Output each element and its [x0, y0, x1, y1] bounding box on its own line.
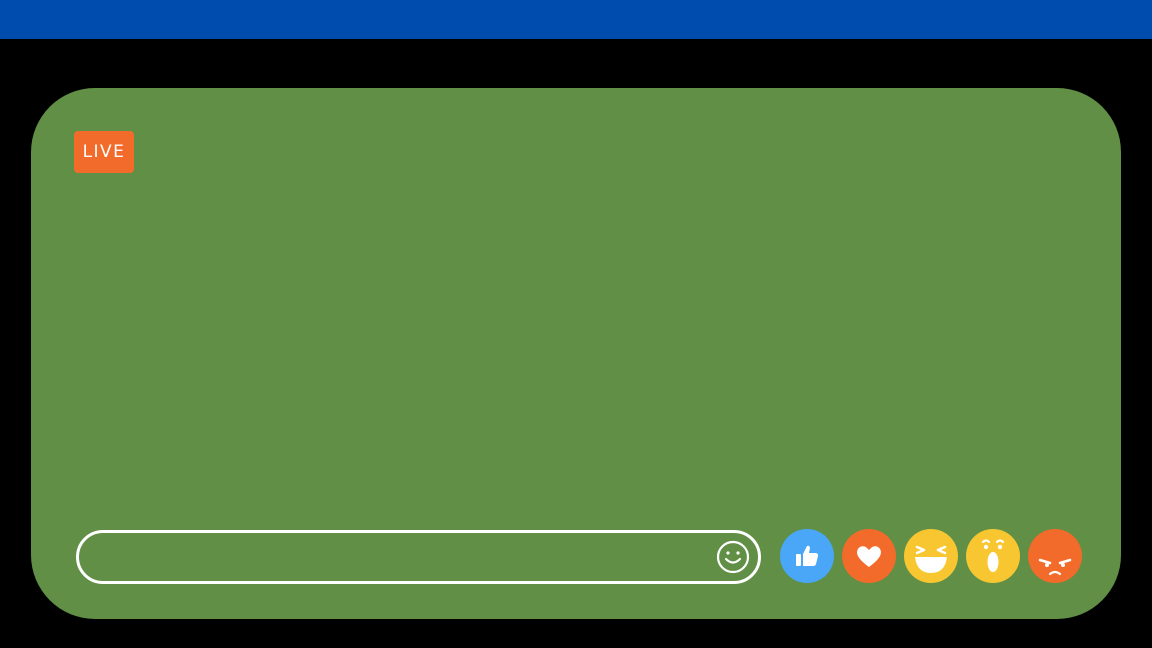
- reaction-haha-button[interactable]: [904, 529, 958, 583]
- reaction-love-button[interactable]: [842, 529, 896, 583]
- emoji-button[interactable]: [716, 540, 750, 574]
- smiley-icon: [716, 540, 750, 574]
- surprised-face-icon: [981, 539, 1005, 572]
- heart-icon: [857, 546, 881, 567]
- angry-face-icon: [1038, 558, 1072, 576]
- live-badge: LIVE: [74, 131, 134, 173]
- reactions-bar: [780, 529, 1082, 583]
- comment-box[interactable]: [76, 530, 761, 584]
- live-badge-label: LIVE: [82, 142, 126, 162]
- top-bar: [0, 0, 1152, 39]
- laughing-face-icon: [915, 545, 947, 573]
- reaction-like-button[interactable]: [780, 529, 834, 583]
- comment-input[interactable]: [101, 533, 705, 583]
- live-video-frame: LIVE: [31, 88, 1121, 619]
- reaction-wow-button[interactable]: [966, 529, 1020, 583]
- reaction-angry-button[interactable]: [1028, 529, 1082, 583]
- thumbs-up-icon: [796, 545, 819, 566]
